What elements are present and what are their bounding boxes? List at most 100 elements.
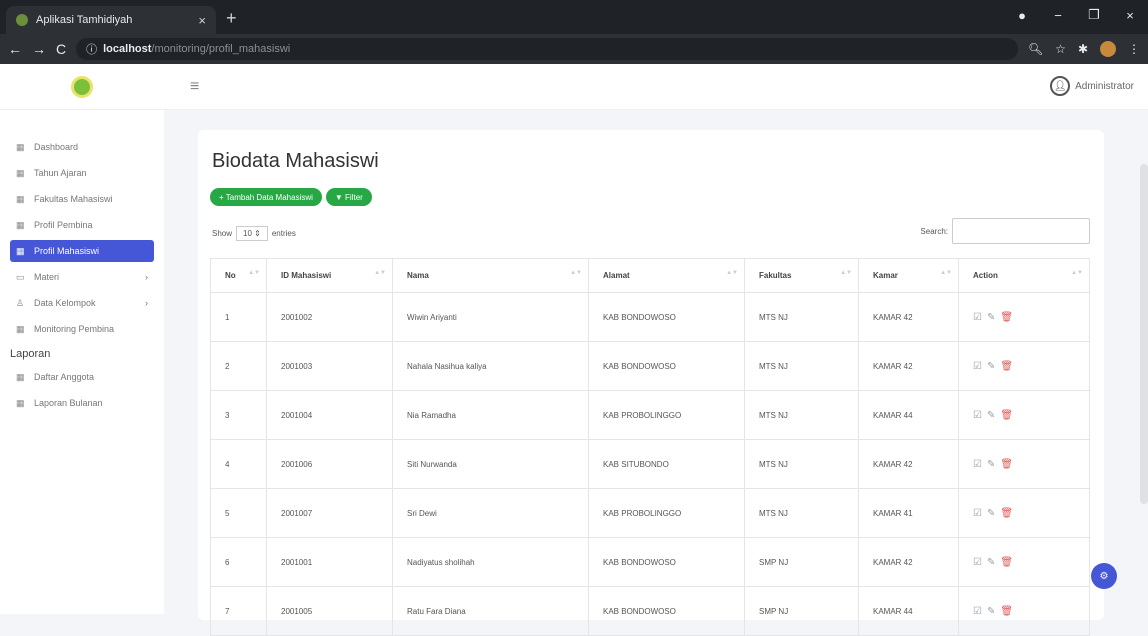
cell-action: ☑ ✎ 🗑︎ [958,439,1090,489]
sidebar-item-monitoring[interactable]: ▦ Monitoring Pembina [10,318,154,340]
column-header-fakultas[interactable]: Fakultas ▲▼ [744,258,859,293]
page-scrollbar[interactable] [1140,164,1148,504]
cell-kamar: KAMAR 42 [858,439,959,489]
cell-alamat: KAB BONDOWOSO [588,341,745,391]
hamburger-menu-icon[interactable]: ≡ [190,78,199,96]
extensions-puzzle-icon[interactable]: ✱ [1078,42,1088,56]
url-host: localhost [103,43,152,55]
close-window-button[interactable]: × [1112,8,1148,23]
sidebar-item-profil-mahasiswi[interactable]: ▦ Profil Mahasiswi [10,240,154,262]
grid-icon: ▦ [16,371,25,382]
cell-no: 3 [210,390,267,440]
entries-select[interactable]: 10 ⇕ [236,226,268,241]
sort-icon: ▲▼ [940,270,952,276]
search-label: Search: [920,226,948,236]
search-input[interactable] [952,218,1090,244]
sidebar-item-profil-pembina[interactable]: ▦ Profil Pembina [10,214,154,236]
edit-icon[interactable]: ✎ [987,508,995,519]
delete-icon[interactable]: 🗑︎ [1000,410,1013,421]
sidebar-item-label: Dashboard [34,142,79,152]
profile-avatar[interactable] [1100,41,1116,57]
bookmark-star-icon[interactable]: ☆ [1055,42,1066,56]
sidebar-item-laporan-bulanan[interactable]: ▦ Laporan Bulanan [10,392,154,414]
reload-icon[interactable]: C [56,41,66,57]
cell-fakultas: MTS NJ [744,439,859,489]
maximize-button[interactable]: ❐ [1076,7,1112,23]
cell-no: 7 [210,586,267,636]
logo[interactable] [0,75,164,98]
cell-action: ☑ ✎ 🗑︎ [958,586,1090,636]
delete-icon[interactable]: 🗑︎ [1000,312,1013,323]
settings-fab-icon[interactable]: ⚙ [1091,563,1117,589]
detail-icon[interactable]: ☑ [973,557,982,568]
detail-icon[interactable]: ☑ [973,361,982,372]
sidebar-item-daftar-anggota[interactable]: ▦ Daftar Anggota [10,366,154,388]
browser-tab[interactable]: Aplikasi Tamhidiyah × [6,6,216,34]
grid-icon: ▦ [16,219,25,230]
cell-fakultas: SMP NJ [744,586,859,636]
sidebar-item-label: Monitoring Pembina [34,324,115,334]
minimize-button[interactable]: − [1040,8,1076,23]
cell-fakultas: MTS NJ [744,390,859,440]
sidebar-item-tahun-ajaran[interactable]: ▦ Tahun Ajaran [10,162,154,184]
back-icon[interactable]: ← [8,41,22,57]
column-header-kamar[interactable]: Kamar ▲▼ [858,258,959,293]
cell-alamat: KAB BONDOWOSO [588,586,745,636]
column-header-action[interactable]: Action ▲▼ [958,258,1090,293]
filter-button[interactable]: ▼ Filter [325,188,372,206]
cell-alamat: KAB BONDOWOSO [588,537,745,587]
sidebar-item-dashboard[interactable]: ▦ Dashboard [10,136,154,158]
sort-icon: ▲▼ [374,270,386,276]
sidebar-item-label: Profil Pembina [34,220,93,230]
zoom-icon[interactable]: 🔍︎ [1028,42,1043,56]
cell-no: 4 [210,439,267,489]
entries-label: entries [271,229,296,238]
delete-icon[interactable]: 🗑︎ [1000,606,1013,617]
column-header-nama[interactable]: Nama ▲▼ [392,258,589,293]
new-tab-button[interactable]: + [226,8,237,29]
detail-icon[interactable]: ☑ [973,312,982,323]
edit-icon[interactable]: ✎ [987,606,995,617]
delete-icon[interactable]: 🗑︎ [1000,508,1013,519]
user-avatar-icon: 👤︎ [1050,76,1071,96]
edit-icon[interactable]: ✎ [987,361,995,372]
detail-icon[interactable]: ☑ [973,410,982,421]
column-header-id[interactable]: ID Mahasiswi ▲▼ [266,258,393,293]
delete-icon[interactable]: 🗑︎ [1000,557,1013,568]
sidebar-item-materi[interactable]: ▭ Materi › [10,266,154,288]
cell-nama: Wiwin Ariyanti [392,292,589,342]
cell-action: ☑ ✎ 🗑︎ [958,292,1090,342]
edit-icon[interactable]: ✎ [987,557,995,568]
sidebar-item-data-kelompok[interactable]: ♙ Data Kelompok › [10,292,154,314]
add-student-button[interactable]: + Tambah Data Mahasiswi [210,188,322,206]
info-icon[interactable]: ⓘ [86,41,97,57]
cell-nama: Nia Ramadha [392,390,589,440]
user-menu[interactable]: 👤︎ Administrator [1050,76,1134,96]
detail-icon[interactable]: ☑ [973,459,982,470]
column-header-alamat[interactable]: Alamat ▲▼ [588,258,745,293]
forward-icon[interactable]: → [32,41,46,57]
cell-alamat: KAB PROBOLINGGO [588,488,745,538]
cell-nama: Nadiyatus sholihah [392,537,589,587]
delete-icon[interactable]: 🗑︎ [1000,459,1013,470]
edit-icon[interactable]: ✎ [987,312,995,323]
sidebar-item-label: Laporan Bulanan [34,398,103,408]
more-menu-icon[interactable]: ⋮ [1128,42,1140,56]
edit-icon[interactable]: ✎ [987,410,995,421]
delete-icon[interactable]: 🗑︎ [1000,361,1013,372]
detail-icon[interactable]: ☑ [973,606,982,617]
edit-icon[interactable]: ✎ [987,459,995,470]
tab-close-icon[interactable]: × [198,13,206,28]
sidebar-item-fakultas[interactable]: ▦ Fakultas Mahasiswi [10,188,154,210]
cell-id: 2001006 [266,439,393,489]
sidebar-item-label: Daftar Anggota [34,372,95,382]
sort-icon: ▲▼ [726,270,738,276]
url-field[interactable]: ⓘ localhost /monitoring/profil_mahasiswi [76,38,1018,60]
detail-icon[interactable]: ☑ [973,508,982,519]
cell-alamat: KAB PROBOLINGGO [588,390,745,440]
page-title: Biodata Mahasiswi [212,150,379,172]
extension-icon[interactable]: ● [1004,8,1040,23]
sort-icon: ▲▼ [840,270,852,276]
column-header-no[interactable]: No ▲▼ [210,258,267,293]
sidebar-item-label: Materi [34,272,60,282]
